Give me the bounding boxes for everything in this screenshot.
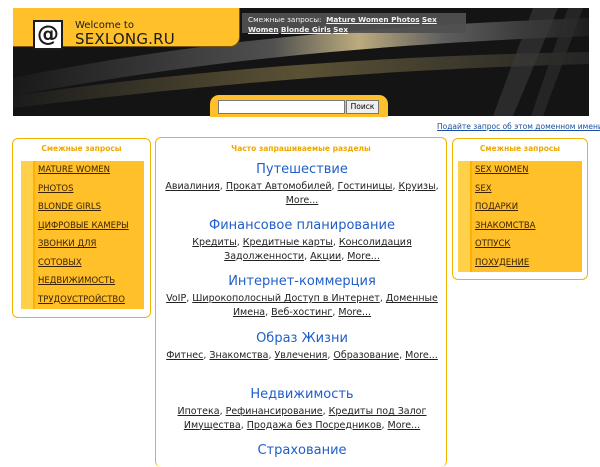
search-bar: Поиск	[210, 95, 388, 117]
section-link[interactable]: Прокат Автомобилей	[226, 181, 332, 192]
right-related-panel: Смежные запросы SEX WOMEN SEX ПОДАРКИ ЗН…	[452, 138, 588, 280]
section-link[interactable]: Продажа без Посредников	[247, 420, 382, 431]
list-item[interactable]: MATURE WOMEN	[21, 161, 144, 180]
related-top-link-3[interactable]: Blonde Girls	[281, 25, 331, 34]
center-panel-title: Часто запрашиваемые разделы	[231, 144, 371, 153]
section-link[interactable]: Веб-хостинг	[271, 307, 332, 318]
related-searches-bar: Смежные запросы: Mature Women Photos Sex…	[242, 13, 466, 34]
related-label: Смежные запросы:	[248, 15, 322, 24]
left-link-1[interactable]: MATURE WOMEN	[38, 165, 110, 175]
left-link-8[interactable]: ТРУДОУСТРОЙСТВО	[38, 295, 125, 305]
section-heading[interactable]: Страхование	[164, 443, 440, 459]
right-link-4[interactable]: ЗНАКОМСТВА	[475, 221, 536, 231]
right-category-list: SEX WOMEN SEX ПОДАРКИ ЗНАКОМСТВА ОТПУСК …	[458, 161, 582, 272]
left-panel-title: Смежные запросы	[41, 144, 122, 153]
section-heading[interactable]: Образ Жизни	[164, 331, 440, 347]
domain-inquiry-link[interactable]: Подайте запрос об этом доменном имени на	[437, 122, 600, 131]
list-item[interactable]: ПОХУДЕНИЕ	[458, 253, 582, 272]
left-category-list: MATURE WOMEN PHOTOS BLONDE GIRLS ЦИФРОВЫ…	[21, 161, 144, 309]
right-link-3[interactable]: ПОДАРКИ	[475, 202, 518, 212]
section-finance: Финансовое планирование Кредиты, Кредитн…	[164, 218, 440, 263]
list-item[interactable]: SEX WOMEN	[458, 161, 582, 180]
left-link-2[interactable]: PHOTOS	[38, 184, 74, 194]
section-link[interactable]: Гостиницы	[338, 181, 393, 192]
list-item[interactable]: BLONDE GIRLS	[21, 198, 144, 217]
at-icon: @	[33, 20, 63, 50]
section-real-estate: Недвижимость Ипотека, Рефинансирование, …	[164, 387, 440, 432]
list-item[interactable]: ТРУДОУСТРОЙСТВО	[21, 290, 144, 309]
list-item[interactable]: PHOTOS	[21, 179, 144, 198]
popular-sections-panel: Часто запрашиваемые разделы Путешествие …	[155, 137, 447, 467]
related-top-link-4[interactable]: Sex	[333, 25, 348, 34]
right-link-1[interactable]: SEX WOMEN	[475, 165, 528, 175]
list-item[interactable]: ОТПУСК	[458, 235, 582, 254]
section-link[interactable]: More...	[338, 307, 371, 318]
section-link[interactable]: Рефинансирование	[226, 406, 323, 417]
section-link[interactable]: Кредиты	[192, 237, 236, 248]
section-insurance: Страхование	[164, 443, 440, 459]
section-link[interactable]: Кредитные карты	[243, 237, 333, 248]
left-link-3[interactable]: BLONDE GIRLS	[38, 202, 101, 212]
left-link-4[interactable]: ЦИФРОВЫЕ КАМЕРЫ	[38, 221, 129, 231]
list-item[interactable]: СОТОВЫХ	[21, 253, 144, 272]
list-item[interactable]: ПОДАРКИ	[458, 198, 582, 217]
list-item[interactable]: SEX	[458, 179, 582, 198]
section-heading[interactable]: Недвижимость	[164, 387, 440, 403]
section-link[interactable]: Акции	[310, 251, 341, 262]
search-button[interactable]: Поиск	[346, 100, 379, 114]
right-link-2[interactable]: SEX	[475, 184, 492, 194]
left-link-6[interactable]: СОТОВЫХ	[38, 258, 82, 268]
right-panel-title: Смежные запросы	[479, 144, 561, 153]
section-link[interactable]: Широкополосный Доступ в Интернет	[192, 293, 380, 304]
section-heading[interactable]: Путешествие	[164, 162, 440, 178]
right-link-5[interactable]: ОТПУСК	[475, 239, 510, 249]
section-link[interactable]: More...	[388, 420, 421, 431]
list-item[interactable]: НЕДВИЖИМОСТЬ	[21, 272, 144, 291]
section-lifestyle: Образ Жизни Фитнес, Знакомства, Увлечени…	[164, 331, 440, 363]
section-link[interactable]: Ипотека	[177, 406, 219, 417]
section-link[interactable]: Образование	[333, 350, 399, 361]
section-link[interactable]: VoIP	[166, 293, 186, 304]
section-link[interactable]: Авиалиния	[165, 181, 219, 192]
list-item[interactable]: ЗВОНКИ ДЛЯ	[21, 235, 144, 254]
section-link[interactable]: Круизы	[398, 181, 435, 192]
search-input[interactable]	[218, 100, 345, 114]
left-link-5[interactable]: ЗВОНКИ ДЛЯ	[38, 239, 96, 249]
list-item[interactable]: ЦИФРОВЫЕ КАМЕРЫ	[21, 216, 144, 235]
left-link-7[interactable]: НЕДВИЖИМОСТЬ	[38, 276, 115, 286]
right-link-6[interactable]: ПОХУДЕНИЕ	[475, 258, 529, 268]
related-top-link-1[interactable]: Mature Women Photos	[326, 15, 419, 24]
section-heading[interactable]: Интернет-коммерция	[164, 274, 440, 290]
list-item[interactable]: ЗНАКОМСТВА	[458, 216, 582, 235]
section-link[interactable]: Знакомства	[209, 350, 268, 361]
section-heading[interactable]: Финансовое планирование	[164, 218, 440, 234]
section-link[interactable]: More...	[347, 251, 380, 262]
section-ecommerce: Интернет-коммерция VoIP, Широкополосный …	[164, 274, 440, 319]
section-link[interactable]: Фитнес	[166, 350, 203, 361]
section-link[interactable]: More...	[405, 350, 438, 361]
section-link[interactable]: More...	[286, 195, 319, 206]
section-travel: Путешествие Авиалиния, Прокат Автомобиле…	[164, 162, 440, 206]
left-related-panel: Смежные запросы MATURE WOMEN PHOTOS BLON…	[12, 138, 151, 318]
section-link[interactable]: Увлечения	[275, 350, 328, 361]
logo-site-name: SEXLONG.RU	[75, 30, 175, 48]
logo-box[interactable]: @ Welcome to SEXLONG.RU	[13, 8, 240, 50]
